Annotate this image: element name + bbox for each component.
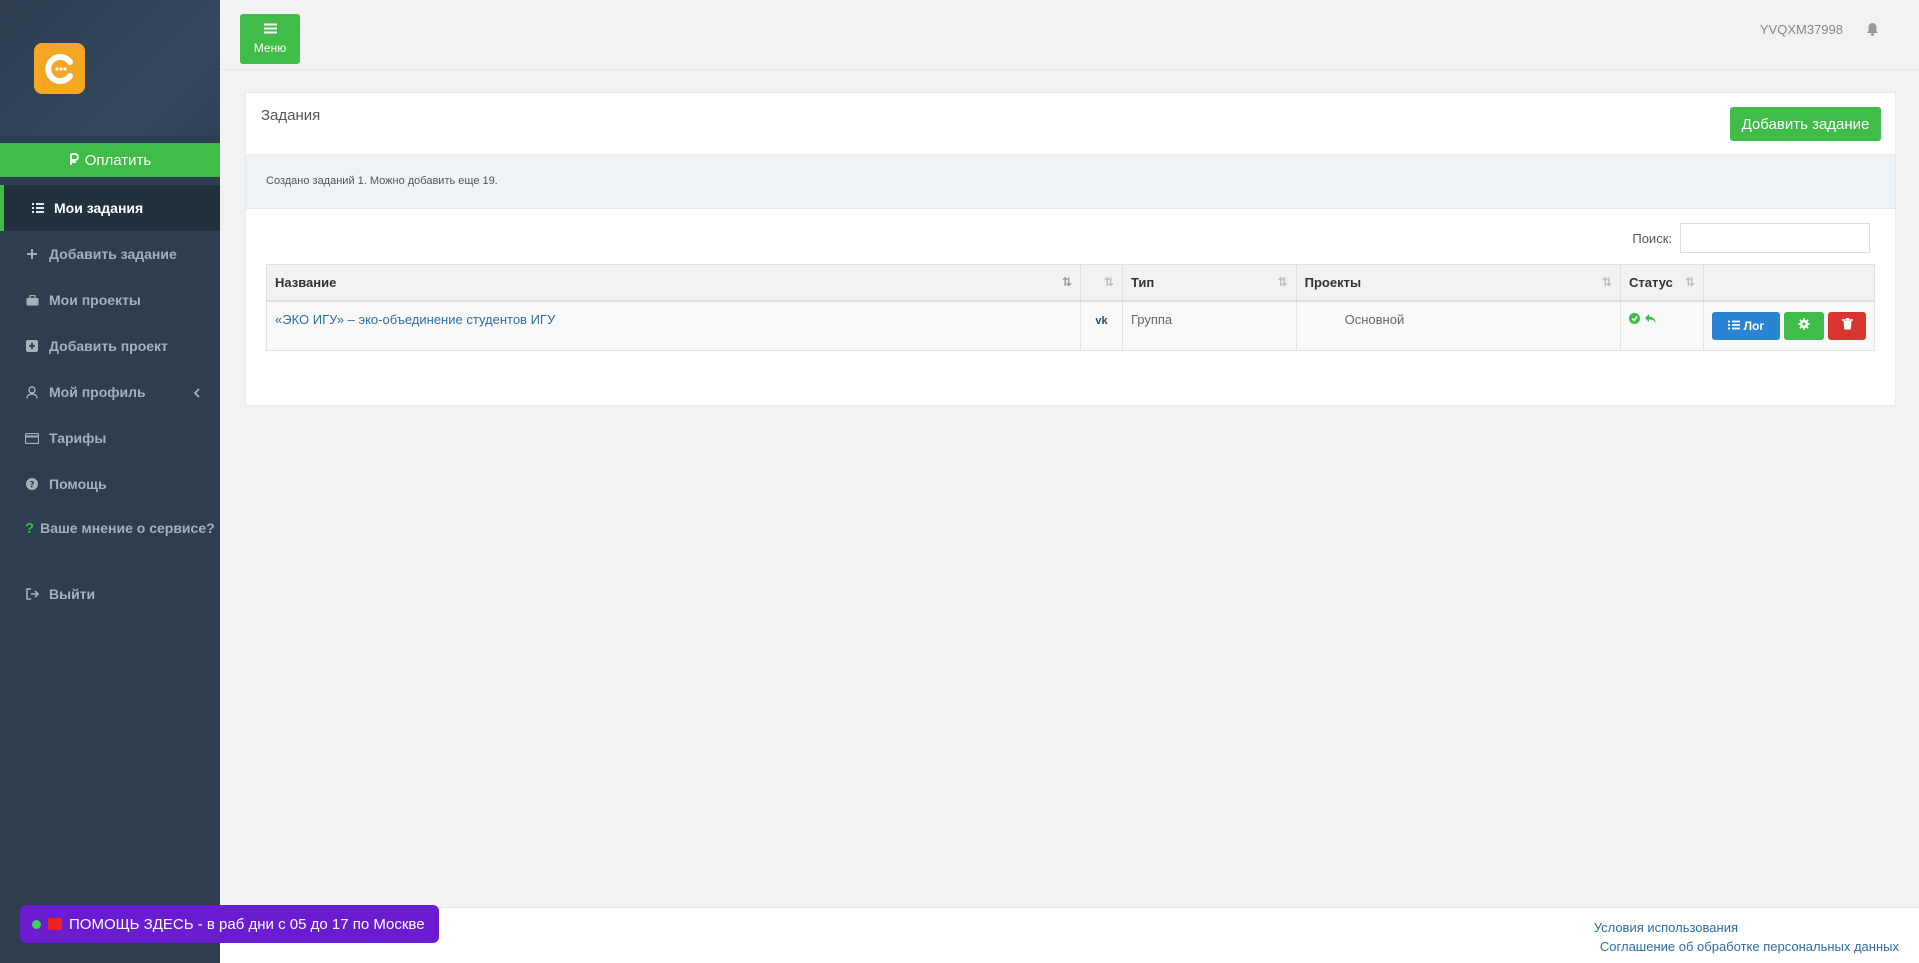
ruble-icon bbox=[69, 152, 79, 169]
page-title: Задания bbox=[261, 107, 321, 124]
app-logo[interactable] bbox=[34, 43, 85, 94]
sidebar-item-feedback[interactable]: ? Ваше мнение о сервисе? bbox=[0, 507, 220, 571]
topbar: Меню YVQXM37998 bbox=[220, 0, 1919, 70]
chat-badge-icon bbox=[48, 918, 62, 930]
sidebar-item-label: Тарифы bbox=[49, 430, 107, 446]
log-label: Лог bbox=[1743, 318, 1765, 333]
row-actions: Лог bbox=[1712, 311, 1866, 340]
network-cell: vk bbox=[1079, 300, 1123, 351]
gear-icon bbox=[1798, 318, 1810, 333]
privacy-link[interactable]: Соглашение об обработке персональных дан… bbox=[1600, 939, 1899, 954]
log-button[interactable]: Лог bbox=[1712, 311, 1780, 340]
sort-icon: ⇅ bbox=[1684, 275, 1695, 289]
sort-icon: ⇅ bbox=[1103, 275, 1114, 289]
plus-icon bbox=[25, 248, 39, 260]
chevron-left-icon bbox=[193, 385, 200, 401]
question-icon: ? bbox=[25, 520, 35, 537]
sidebar-item-my-tasks[interactable]: Мои задания bbox=[0, 185, 220, 231]
search-label: Поиск: bbox=[1632, 230, 1672, 246]
menu-button[interactable]: Меню bbox=[240, 14, 300, 64]
sidebar-item-my-projects[interactable]: Мои проекты bbox=[0, 277, 220, 323]
sort-asc-icon: ⇅ bbox=[1061, 275, 1072, 289]
online-status-dot bbox=[32, 919, 41, 929]
footer: Условия использования Соглашение об обра… bbox=[220, 907, 1919, 963]
sidebar-item-my-profile[interactable]: Мой профиль bbox=[0, 369, 220, 415]
sidebar-item-label: ? Ваше мнение о сервисе? bbox=[25, 520, 215, 537]
sidebar-item-label: Выйти bbox=[49, 586, 96, 602]
search-row: Поиск: bbox=[1632, 223, 1870, 253]
list-icon bbox=[1727, 319, 1740, 333]
table-row: «ЭКО ИГУ» – эко-объединение студентов ИГ… bbox=[266, 300, 1875, 351]
sort-icon: ⇅ bbox=[1601, 275, 1613, 289]
column-header-actions bbox=[1703, 264, 1875, 302]
column-header-type[interactable]: Тип ⇅ bbox=[1121, 264, 1297, 302]
brand-area bbox=[0, 0, 220, 136]
sidebar-item-label: Добавить задание bbox=[49, 246, 177, 262]
sidebar-item-label: Мои задания bbox=[54, 200, 144, 216]
sidebar-item-logout[interactable]: Выйти bbox=[0, 571, 220, 617]
sidebar-item-tariffs[interactable]: Тарифы bbox=[0, 415, 220, 461]
question-circle-icon: ? bbox=[25, 478, 39, 490]
task-name-link[interactable]: «ЭКО ИГУ» – эко-объединение студентов ИГ… bbox=[275, 312, 555, 327]
plus-square-icon bbox=[25, 340, 39, 352]
sidebar: Оплатить Мои задания Добавить задание Мо… bbox=[0, 0, 220, 963]
tasks-table: Название ⇅ ⇅ Тип ⇅ Проекты ⇅ Статус ⇅ «Э… bbox=[266, 264, 1875, 351]
vk-icon: vk bbox=[1095, 314, 1108, 327]
column-header-projects[interactable]: Проекты ⇅ bbox=[1295, 264, 1622, 302]
briefcase-icon bbox=[25, 294, 39, 306]
sidebar-item-label: Добавить проект bbox=[49, 338, 168, 354]
sidebar-item-help[interactable]: ? Помощь bbox=[0, 461, 220, 507]
bell-icon[interactable] bbox=[1866, 22, 1879, 39]
check-circle-icon bbox=[1629, 312, 1644, 327]
terms-link[interactable]: Условия использования bbox=[1594, 920, 1738, 935]
sidebar-item-add-task[interactable]: Добавить задание bbox=[0, 231, 220, 277]
credit-card-icon bbox=[25, 432, 39, 444]
tasks-icon bbox=[30, 202, 44, 214]
status-cell bbox=[1620, 300, 1704, 351]
pay-button[interactable]: Оплатить bbox=[0, 143, 220, 177]
sidebar-item-label: Мои проекты bbox=[49, 292, 141, 308]
panel-header: Задания Добавить задание bbox=[246, 93, 1895, 155]
sidebar-item-add-project[interactable]: Добавить проект bbox=[0, 323, 220, 369]
column-header-status[interactable]: Статус ⇅ bbox=[1620, 264, 1704, 302]
add-task-button[interactable]: Добавить задание bbox=[1730, 107, 1881, 141]
delete-button[interactable] bbox=[1828, 311, 1866, 340]
sidebar-nav: Мои задания Добавить задание Мои проекты… bbox=[0, 185, 220, 617]
tasks-info: Создано заданий 1. Можно добавить еще 19… bbox=[246, 155, 1895, 209]
username[interactable]: YVQXM37998 bbox=[1760, 22, 1843, 37]
sidebar-item-label: Помощь bbox=[49, 476, 107, 492]
help-chat-label: ПОМОЩЬ ЗДЕСЬ - в раб дни с 05 до 17 по М… bbox=[69, 915, 425, 933]
column-header-network[interactable]: ⇅ bbox=[1079, 264, 1123, 302]
search-input[interactable] bbox=[1680, 223, 1870, 253]
settings-button[interactable] bbox=[1784, 311, 1824, 340]
sign-out-icon bbox=[25, 588, 39, 600]
project-cell: Основной bbox=[1295, 300, 1622, 351]
actions-cell: Лог bbox=[1703, 300, 1875, 351]
menu-label: Меню bbox=[253, 41, 287, 55]
svg-text:?: ? bbox=[29, 481, 34, 491]
help-chat-button[interactable]: ПОМОЩЬ ЗДЕСЬ - в раб дни с 05 до 17 по М… bbox=[20, 905, 439, 943]
type-cell: Группа bbox=[1121, 300, 1297, 351]
pay-label: Оплатить bbox=[84, 151, 152, 169]
user-icon bbox=[25, 385, 39, 399]
tasks-panel: Задания Добавить задание Создано заданий… bbox=[245, 92, 1896, 406]
column-header-name[interactable]: Название ⇅ bbox=[266, 264, 1081, 302]
hamburger-icon bbox=[263, 23, 277, 37]
task-name-cell: «ЭКО ИГУ» – эко-объединение студентов ИГ… bbox=[266, 300, 1081, 351]
trash-icon bbox=[1841, 318, 1853, 333]
table-header-row: Название ⇅ ⇅ Тип ⇅ Проекты ⇅ Статус ⇅ bbox=[266, 264, 1875, 302]
reply-icon bbox=[1644, 312, 1657, 327]
sort-icon: ⇅ bbox=[1277, 275, 1288, 289]
sidebar-item-label: Мой профиль bbox=[49, 384, 146, 400]
